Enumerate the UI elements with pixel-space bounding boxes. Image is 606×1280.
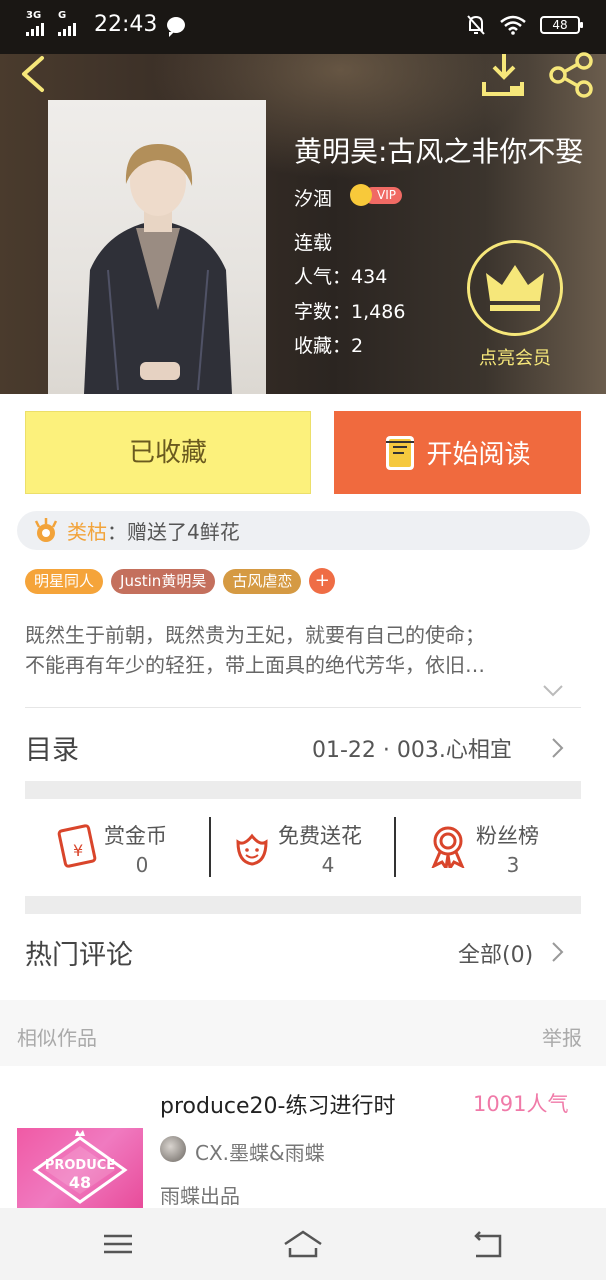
flower-icon [236, 833, 268, 866]
gift-notice[interactable]: 类枯 ：赠送了4鲜花 [17, 511, 590, 550]
svg-text:¥: ¥ [73, 841, 83, 860]
description-line: 不能再有年少的轻狂，带上面具的绝代芳华，依旧… [25, 653, 485, 677]
book-icon [386, 435, 415, 470]
tag-item[interactable]: 古风虐恋 [223, 568, 302, 594]
clock: 22:43 [94, 12, 158, 37]
word-count-line: 字数：1,486 [294, 301, 406, 323]
tag-item[interactable]: 明星同人 [25, 568, 104, 594]
vip-badge: VIP [350, 184, 402, 206]
award-ribbon-icon [431, 826, 465, 868]
crown-icon [486, 265, 544, 311]
reward-coins-stat[interactable]: ¥ 赏金币 0 [54, 820, 204, 880]
popularity-value: 434 [351, 266, 388, 288]
catalog-title[interactable]: 目录 [25, 728, 79, 767]
chevron-right-icon[interactable] [550, 737, 564, 759]
report-link[interactable]: 举报 [542, 1022, 582, 1051]
book-title: 黄明昊:古风之非你不娶 [294, 135, 584, 168]
crown-icon [350, 184, 372, 206]
add-tag-button[interactable]: + [309, 568, 336, 594]
stat-label: 粉丝榜 [476, 824, 539, 848]
stat-value: 4 [321, 853, 335, 877]
chevron-down-icon[interactable] [542, 683, 564, 699]
message-icon [167, 16, 186, 37]
recommend-subtitle: 雨蝶出品 [160, 1184, 240, 1208]
recommend-cover-image[interactable]: PRODUCE 48 [17, 1128, 143, 1208]
home-icon[interactable] [283, 1228, 323, 1260]
favorites-line: 收藏：2 [294, 335, 364, 357]
back-nav-icon[interactable] [468, 1228, 508, 1260]
stat-label: 免费送花 [278, 824, 362, 848]
signal-icon-1: 3G [26, 10, 52, 36]
gift-user[interactable]: 类枯 [67, 516, 107, 545]
book-header: 3G G 22:43 48 黄明昊:古风之非你不娶 汐涸 VIP 连载 人气：4… [0, 0, 606, 394]
fans-ranking-stat[interactable]: 粉丝榜 3 [426, 820, 566, 880]
stat-value: 0 [135, 853, 149, 877]
section-separator [25, 781, 581, 799]
book-description[interactable]: 既然生于前朝，既然贵为王妃，就要有自己的使命； 不能再有年少的轻狂，带上面具的绝… [25, 620, 585, 680]
cover-figure [84, 144, 232, 394]
flower-gift-icon [34, 517, 58, 542]
battery-icon: 48 [540, 16, 583, 34]
chevron-right-icon[interactable] [550, 941, 564, 963]
system-navigation-bar [0, 1208, 606, 1280]
recommend-popularity: 1091人气 [473, 1092, 569, 1116]
start-reading-label: 开始阅读 [426, 440, 531, 470]
start-reading-button[interactable]: 开始阅读 [334, 411, 581, 494]
wifi-icon [500, 15, 526, 35]
status-bar: 3G G 22:43 48 [0, 0, 606, 54]
back-icon[interactable] [14, 54, 54, 94]
author-name[interactable]: 汐涸 [294, 184, 332, 211]
popularity-line: 人气：434 [294, 266, 388, 288]
hot-comments-title: 热门评论 [25, 940, 133, 971]
stat-value: 3 [506, 853, 520, 877]
signal-icon-2: G [58, 10, 84, 36]
favorites-value: 2 [351, 335, 364, 357]
recommend-title[interactable]: produce20-练习进行时 [160, 1088, 395, 1120]
share-icon[interactable] [548, 52, 596, 98]
tag-item[interactable]: Justin黄明昊 [111, 568, 216, 594]
gift-text: ：赠送了4鲜花 [107, 520, 240, 544]
avatar [160, 1136, 186, 1162]
free-flower-stat[interactable]: 免费送花 4 [230, 820, 390, 880]
section-separator [25, 896, 581, 914]
member-label[interactable]: 点亮会员 [470, 344, 560, 370]
similar-works-title: 相似作品 [17, 1026, 97, 1050]
latest-chapter[interactable]: 01-22 · 003.心相宜 [312, 732, 512, 764]
tag-list: 明星同人 Justin黄明昊 古风虐恋 + [25, 568, 336, 594]
produce48-logo: PRODUCE 48 [32, 1130, 128, 1204]
collected-button[interactable]: 已收藏 [25, 411, 311, 494]
divider [25, 707, 581, 708]
member-crown-button[interactable] [467, 240, 563, 336]
svg-text:PRODUCE: PRODUCE [45, 1158, 115, 1173]
book-status: 连载 [294, 232, 333, 254]
word-count-value: 1,486 [351, 301, 406, 323]
all-comments-link[interactable]: 全部(0) [458, 937, 533, 969]
stat-separator [209, 817, 211, 877]
stat-separator [394, 817, 396, 877]
download-icon[interactable] [482, 52, 528, 98]
red-envelope-icon: ¥ [57, 824, 97, 868]
description-line: 既然生于前朝，既然贵为王妃，就要有自己的使命； [25, 623, 485, 647]
book-cover-image[interactable] [48, 100, 266, 394]
menu-icon[interactable] [98, 1228, 138, 1260]
recommend-author[interactable]: CX.墨蝶&雨蝶 [195, 1137, 325, 1166]
stat-label: 赏金币 [104, 824, 167, 848]
svg-text:48: 48 [69, 1173, 91, 1192]
mute-bell-icon [467, 15, 485, 35]
